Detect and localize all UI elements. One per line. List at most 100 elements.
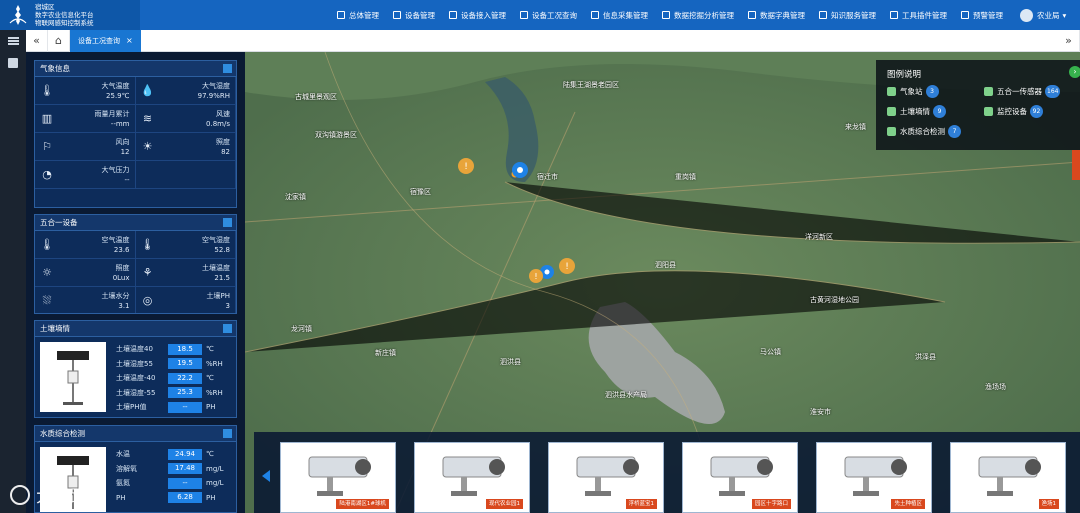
close-icon[interactable]: × <box>126 36 133 45</box>
avatar <box>1020 8 1033 22</box>
brand-system: 物联网感知控制系统 <box>35 19 94 27</box>
map-label: 泗阳县 <box>655 261 676 269</box>
legend-item-weather[interactable]: 气象站 3 <box>887 85 939 98</box>
nav-device-status[interactable]: 设备工况查询 <box>513 0 584 30</box>
wind-direction-icon: ⚐ <box>42 140 52 153</box>
camera-label: 现代农业园1 <box>486 499 523 509</box>
water-row: 氨氮 -- mg/L <box>116 477 224 489</box>
user-menu[interactable]: 农业局 ▾ <box>1020 8 1067 22</box>
nav-knowledge[interactable]: 知识服务管理 <box>812 0 883 30</box>
sensor-cell: ◎ 土壤PH 3 <box>136 287 236 313</box>
map-label: 泗洪县 <box>500 358 521 366</box>
nav-device-access[interactable]: 设备接入管理 <box>442 0 513 30</box>
map-marker-warning-3[interactable]: ! <box>529 269 543 283</box>
menu-toggle-button[interactable] <box>0 30 26 52</box>
sensor-cell: ⛆ 土壤水分 3.1 <box>35 287 136 313</box>
weather-cell: ☀ 照度 82 <box>135 133 236 161</box>
water-quality-icon <box>887 127 896 136</box>
camera-card[interactable]: 园区十字路口 <box>682 442 798 513</box>
chevron-down-icon: ▾ <box>1062 10 1067 20</box>
weather-cell: 🌡 大气温度 25.9℃ <box>35 77 136 105</box>
map-marker-warning[interactable]: ! <box>458 158 474 174</box>
solar-station-icon <box>57 351 89 405</box>
map-label: 淮安市 <box>810 408 831 416</box>
map-label: 洪泽县 <box>915 353 936 361</box>
grid-icon <box>337 11 345 19</box>
map-label: 陆集王湖景老园区 <box>563 81 619 89</box>
double-chevron-left-icon: « <box>33 34 40 47</box>
home-tab-button[interactable]: ⌂ <box>48 29 70 52</box>
nav-dictionary[interactable]: 数据字典管理 <box>741 0 812 30</box>
ph-icon: ◎ <box>142 294 153 307</box>
rail-home-button[interactable] <box>0 52 26 74</box>
svg-text:!: ! <box>534 272 537 281</box>
thermometer-icon: 🌡 <box>40 84 54 97</box>
nav-info-collect[interactable]: 信息采集管理 <box>584 0 655 30</box>
main-menu: 总体管理 设备管理 设备接入管理 设备工况查询 信息采集管理 数据挖掘分析管理 … <box>330 0 1066 30</box>
camera-label: 渔场1 <box>1038 499 1059 509</box>
side-drawer-tab[interactable] <box>1072 150 1080 180</box>
legend-toggle-button[interactable]: › <box>1069 66 1080 78</box>
camera-icon <box>710 456 773 496</box>
nav-data-mining[interactable]: 数据挖掘分析管理 <box>655 0 741 30</box>
map-label: 宿豫区 <box>410 188 431 196</box>
soil-row: 土壤温度-40 22.2 ℃ <box>116 372 214 384</box>
tab-bar: « ⌂ 设备工况查询 × » <box>26 29 1080 52</box>
pressure-icon: ◔ <box>42 168 52 181</box>
expand-icon[interactable] <box>223 218 232 227</box>
nav-device[interactable]: 设备管理 <box>386 0 442 30</box>
left-rail <box>0 30 26 513</box>
plug-icon <box>449 11 457 19</box>
camera-label: 园区十字路口 <box>751 499 791 509</box>
camera-label: 陆港南湖区1#球机 <box>336 499 389 509</box>
camera-card[interactable]: 现代农业园1 <box>414 442 530 513</box>
camera-label: 先土种植区 <box>891 499 925 509</box>
double-chevron-right-icon: » <box>1065 34 1072 47</box>
expand-icon[interactable] <box>223 64 232 73</box>
count-badge: 9 <box>933 105 946 118</box>
sensor-icon <box>984 87 993 96</box>
map-label: 渔场场 <box>985 383 1006 391</box>
wind-icon: ≋ <box>142 112 153 125</box>
top-navigation-bar: 宿城区 数字农业信息化平台 物联网感知控制系统 总体管理 设备管理 设备接入管理… <box>0 0 1080 30</box>
camera-strip: 陆港南湖区1#球机 现代农业园1 浮桥蓝宝1 园区十字路口 先土种植区 渔场1 <box>254 432 1080 513</box>
camera-icon <box>576 456 639 496</box>
nav-alarm[interactable]: 预警管理 <box>954 0 1010 30</box>
legend-item-five-in-one[interactable]: 五合一传感器 164 <box>984 85 1061 98</box>
tabs-scroll-left-button[interactable]: « <box>26 29 48 52</box>
map-marker-weather[interactable] <box>512 162 528 178</box>
watermark-logo-icon <box>10 484 30 505</box>
count-badge: 3 <box>925 85 939 98</box>
tab-device-status[interactable]: 设备工况查询 × <box>70 29 141 52</box>
nav-tools[interactable]: 工具插件管理 <box>883 0 954 30</box>
weather-cell: 💧 大气湿度 97.9%RH <box>135 77 236 105</box>
brand: 宿城区 数字农业信息化平台 物联网感知控制系统 <box>0 0 140 30</box>
thermometer-icon: 🌡 <box>140 238 155 251</box>
soil-row: 土壤PH值 -- PH <box>116 401 216 413</box>
brand-district: 宿城区 <box>35 3 55 11</box>
camera-card[interactable]: 先土种植区 <box>816 442 932 513</box>
weather-cell: ▥ 雨量月累计 --mm <box>35 105 136 133</box>
tabs-scroll-right-button[interactable]: » <box>1058 29 1080 52</box>
soil-icon <box>887 107 896 116</box>
map-marker-warning-2[interactable]: ! <box>559 258 575 274</box>
camera-card[interactable]: 渔场1 <box>950 442 1066 513</box>
weather-cell: ≋ 风速 0.8m/s <box>135 105 236 133</box>
strip-prev-button[interactable] <box>262 470 270 482</box>
device-icon <box>393 11 401 19</box>
count-badge: 164 <box>1045 85 1061 98</box>
legend-item-soil[interactable]: 土壤墒情 9 <box>887 105 946 118</box>
hamburger-icon <box>7 37 19 45</box>
legend-item-camera[interactable]: 监控设备 92 <box>984 105 1043 118</box>
expand-icon[interactable] <box>223 324 232 333</box>
expand-icon[interactable] <box>223 429 232 438</box>
legend-item-water[interactable]: 水质综合检测 7 <box>887 125 961 138</box>
map-label: 马公镇 <box>760 348 781 356</box>
camera-icon <box>978 456 1041 496</box>
analysis-icon <box>662 11 670 19</box>
map-label: 沈家镇 <box>285 193 306 201</box>
camera-card[interactable]: 浮桥蓝宝1 <box>548 442 664 513</box>
camera-card[interactable]: 陆港南湖区1#球机 <box>280 442 396 513</box>
dictionary-icon <box>748 11 756 19</box>
nav-overall[interactable]: 总体管理 <box>330 0 386 30</box>
